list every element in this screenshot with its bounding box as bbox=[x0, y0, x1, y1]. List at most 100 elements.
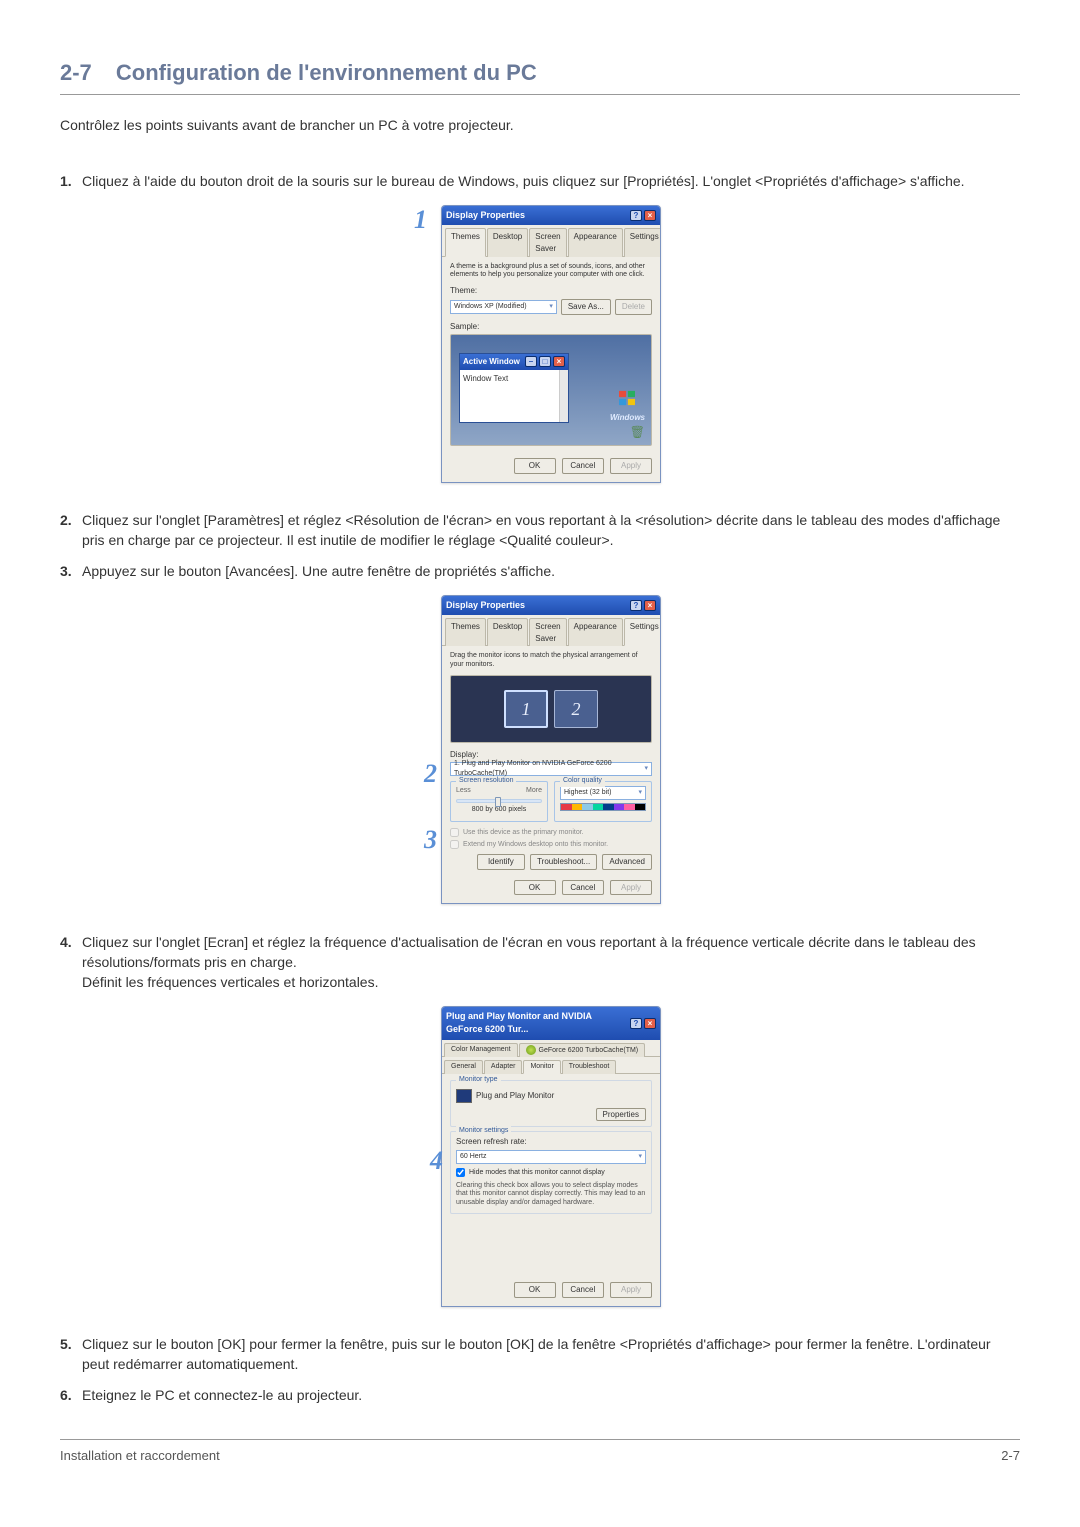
display-properties-dialog-2: Display Properties ? × Themes Desktop Sc… bbox=[441, 595, 661, 904]
monitor-properties-dialog: Plug and Play Monitor and NVIDIA GeForce… bbox=[441, 1006, 661, 1306]
identify-button[interactable]: Identify bbox=[477, 854, 525, 870]
hide-modes-desc: Clearing this check box allows you to se… bbox=[456, 1182, 646, 1207]
monitor-2[interactable]: 2 bbox=[554, 690, 598, 728]
section-number: 2-7 bbox=[60, 60, 92, 85]
tab-desktop[interactable]: Desktop bbox=[487, 618, 528, 646]
refresh-rate-dropdown[interactable]: 60 Hertz ▾ bbox=[456, 1150, 646, 1164]
tab-desktop[interactable]: Desktop bbox=[487, 228, 528, 256]
theme-value: Windows XP (Modified) bbox=[454, 302, 527, 312]
tab-settings[interactable]: Settings bbox=[624, 228, 661, 256]
tab-troubleshoot[interactable]: Troubleshoot bbox=[562, 1060, 617, 1074]
color-quality-dropdown[interactable]: Highest (32 bit) ▾ bbox=[560, 786, 646, 800]
close-button[interactable]: × bbox=[644, 210, 656, 221]
apply-button[interactable]: Apply bbox=[610, 880, 652, 896]
tab-geforce[interactable]: GeForce 6200 TurboCache(TM) bbox=[519, 1043, 646, 1057]
monitor-icon bbox=[456, 1089, 472, 1103]
minimize-icon: – bbox=[525, 356, 537, 367]
scrollbar-icon bbox=[559, 370, 568, 422]
windows-logo-icon: Windows bbox=[610, 390, 645, 423]
step-6: Eteignez le PC et connectez-le au projec… bbox=[82, 1385, 1020, 1405]
step-2: Cliquez sur l'onglet [Paramètres] et rég… bbox=[82, 510, 1020, 551]
step-5: Cliquez sur le bouton [OK] pour fermer l… bbox=[82, 1334, 1020, 1375]
step-4: Cliquez sur l'onglet [Ecran] et réglez l… bbox=[82, 932, 1020, 1313]
apply-button[interactable]: Apply bbox=[610, 458, 652, 474]
tab-monitor[interactable]: Monitor bbox=[523, 1060, 560, 1074]
close-icon: × bbox=[553, 356, 565, 367]
display-dropdown[interactable]: 1. Plug and Play Monitor on NVIDIA GeFor… bbox=[450, 762, 652, 776]
steps-list: Cliquez à l'aide du bouton droit de la s… bbox=[60, 171, 1020, 1405]
theme-description: A theme is a background plus a set of so… bbox=[450, 263, 652, 280]
delete-button[interactable]: Delete bbox=[615, 299, 652, 315]
help-button[interactable]: ? bbox=[630, 210, 642, 221]
monitor-type-legend: Monitor type bbox=[456, 1075, 501, 1085]
sample-active-window: Active Window – □ × Window Text bbox=[459, 353, 569, 423]
step-3-text: Appuyez sur le bouton [Avancées]. Une au… bbox=[82, 563, 555, 579]
dialog-titlebar: Display Properties ? × bbox=[442, 206, 660, 225]
dialog-2-wrap: 2 3 Display Properties ? × Themes Deskto… bbox=[82, 595, 1020, 910]
marker-3: 3 bbox=[424, 821, 437, 859]
close-button[interactable]: × bbox=[644, 600, 656, 611]
refresh-value: 60 Hertz bbox=[460, 1152, 486, 1162]
chevron-down-icon: ▾ bbox=[644, 764, 648, 774]
chevron-down-icon: ▾ bbox=[638, 1152, 642, 1162]
cancel-button[interactable]: Cancel bbox=[562, 458, 604, 474]
dialog-title: Plug and Play Monitor and NVIDIA GeForce… bbox=[446, 1010, 630, 1036]
tab-bar: Themes Desktop Screen Saver Appearance S… bbox=[442, 615, 660, 646]
tab-themes[interactable]: Themes bbox=[445, 618, 486, 646]
tab-screensaver[interactable]: Screen Saver bbox=[529, 618, 566, 646]
sample-window-title: Active Window bbox=[463, 356, 520, 368]
ok-button[interactable]: OK bbox=[514, 1282, 556, 1298]
dialog-titlebar: Plug and Play Monitor and NVIDIA GeForce… bbox=[442, 1007, 660, 1039]
monitor-settings-legend: Monitor settings bbox=[456, 1126, 511, 1136]
step-1: Cliquez à l'aide du bouton droit de la s… bbox=[82, 171, 1020, 488]
settings-desc: Drag the monitor icons to match the phys… bbox=[450, 652, 652, 669]
tab-appearance[interactable]: Appearance bbox=[568, 618, 623, 646]
cancel-button[interactable]: Cancel bbox=[562, 880, 604, 896]
theme-label: Theme: bbox=[450, 285, 652, 297]
dialog-title: Display Properties bbox=[446, 599, 525, 612]
close-button[interactable]: × bbox=[644, 1018, 656, 1029]
monitor-type-fieldset: Monitor type Plug and Play Monitor Prope… bbox=[450, 1080, 652, 1128]
hide-modes-label: Hide modes that this monitor cannot disp… bbox=[469, 1168, 605, 1178]
tab-general[interactable]: General bbox=[444, 1060, 483, 1074]
tab-appearance[interactable]: Appearance bbox=[568, 228, 623, 256]
hide-modes-checkbox[interactable]: Hide modes that this monitor cannot disp… bbox=[456, 1168, 646, 1178]
tab-screensaver[interactable]: Screen Saver bbox=[529, 228, 566, 256]
tab-geforce-label: GeForce 6200 TurboCache(TM) bbox=[539, 1046, 639, 1053]
apply-button[interactable]: Apply bbox=[610, 1282, 652, 1298]
tab-bar-lower: General Adapter Monitor Troubleshoot bbox=[442, 1057, 660, 1074]
theme-sample: Active Window – □ × Window Text bbox=[450, 334, 652, 446]
tab-themes[interactable]: Themes bbox=[445, 228, 486, 256]
advanced-button[interactable]: Advanced bbox=[602, 854, 652, 870]
save-as-button[interactable]: Save As... bbox=[561, 299, 611, 315]
section-heading: 2-7 Configuration de l'environnement du … bbox=[60, 60, 1020, 95]
monitor-arrangement[interactable]: 1 2 bbox=[450, 675, 652, 743]
dialog-title: Display Properties bbox=[446, 209, 525, 222]
theme-dropdown[interactable]: Windows XP (Modified) ▾ bbox=[450, 300, 557, 314]
tab-adapter[interactable]: Adapter bbox=[484, 1060, 523, 1074]
section-title: Configuration de l'environnement du PC bbox=[116, 60, 537, 85]
step-3: Appuyez sur le bouton [Avancées]. Une au… bbox=[82, 561, 1020, 910]
properties-button[interactable]: Properties bbox=[596, 1108, 646, 1121]
sample-label: Sample: bbox=[450, 321, 652, 333]
help-button[interactable]: ? bbox=[630, 600, 642, 611]
resolution-slider[interactable] bbox=[456, 799, 542, 803]
color-value: Highest (32 bit) bbox=[564, 788, 611, 798]
troubleshoot-button[interactable]: Troubleshoot... bbox=[530, 854, 597, 870]
color-legend: Color quality bbox=[560, 776, 605, 786]
monitor-1[interactable]: 1 bbox=[504, 690, 548, 728]
cancel-button[interactable]: Cancel bbox=[562, 1282, 604, 1298]
chk2-label: Extend my Windows desktop onto this moni… bbox=[463, 840, 608, 850]
ok-button[interactable]: OK bbox=[514, 880, 556, 896]
ok-button[interactable]: OK bbox=[514, 458, 556, 474]
tab-settings[interactable]: Settings bbox=[624, 618, 661, 646]
extend-desktop-checkbox[interactable]: Extend my Windows desktop onto this moni… bbox=[450, 840, 652, 850]
display-properties-dialog-1: Display Properties ? × Themes Desktop Sc… bbox=[441, 205, 661, 482]
nvidia-icon bbox=[526, 1045, 536, 1055]
help-button[interactable]: ? bbox=[630, 1018, 642, 1029]
color-bar-icon bbox=[560, 803, 646, 811]
primary-monitor-checkbox[interactable]: Use this device as the primary monitor. bbox=[450, 828, 652, 838]
tab-color-management[interactable]: Color Management bbox=[444, 1043, 518, 1057]
refresh-rate-label: Screen refresh rate: bbox=[456, 1136, 646, 1148]
step-6-text: Eteignez le PC et connectez-le au projec… bbox=[82, 1387, 362, 1403]
